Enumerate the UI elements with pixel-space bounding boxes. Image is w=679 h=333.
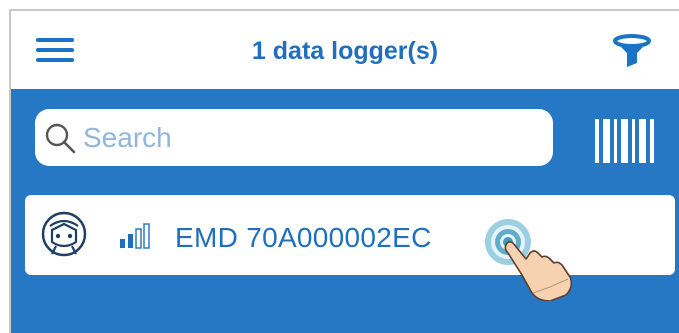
app-screen: 1 data logger(s) Search EMD 70A000002EC (0, 0, 679, 333)
device-name: EMD 70A000002EC (175, 222, 432, 253)
magnifier-icon (45, 123, 76, 154)
data-logger-avatar-icon (41, 211, 87, 257)
filter-funnel-icon[interactable] (611, 31, 653, 73)
barcode-scan-icon[interactable] (593, 117, 663, 165)
signal-strength-icon (120, 223, 150, 249)
search-input[interactable]: Search (35, 109, 553, 166)
page-title: 1 data logger(s) (251, 37, 439, 65)
search-placeholder: Search (83, 122, 172, 153)
app-header: 1 data logger(s) (11, 11, 679, 89)
tap-gesture-hand-icon (485, 219, 573, 301)
